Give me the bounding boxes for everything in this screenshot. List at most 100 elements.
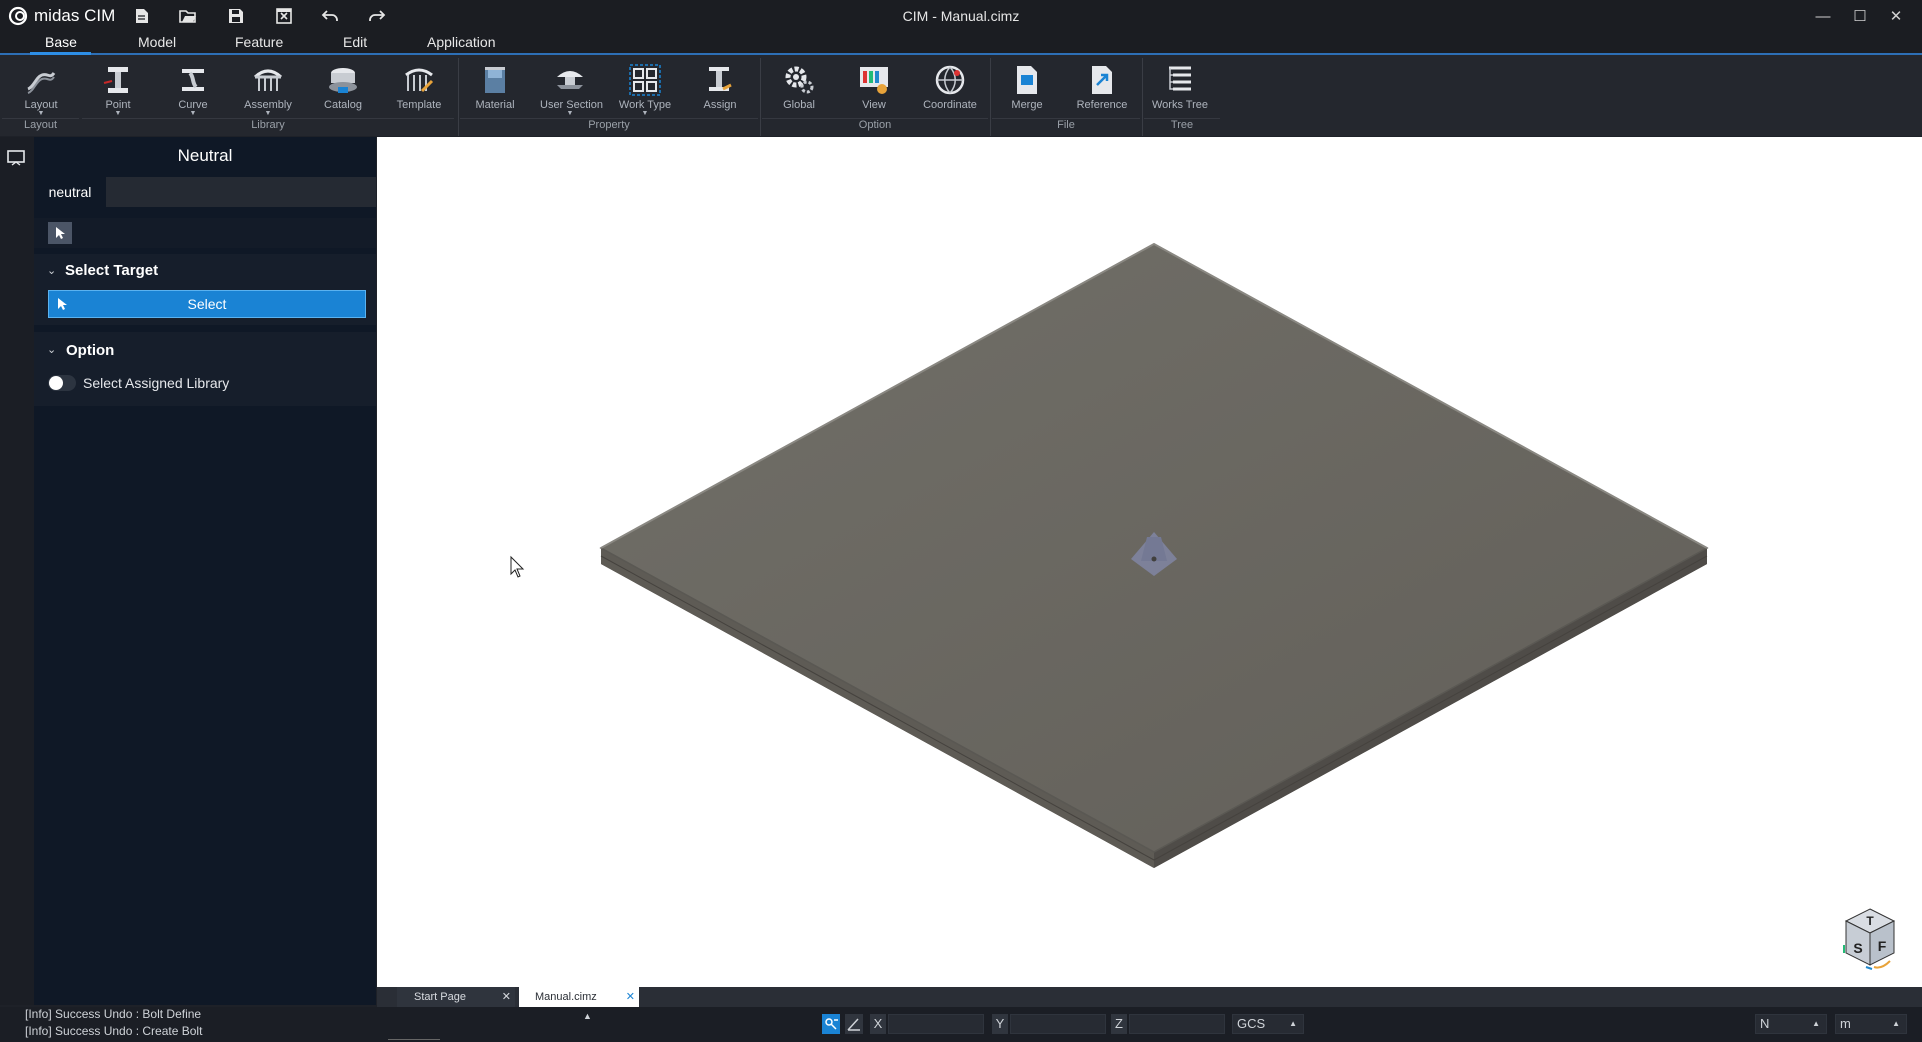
close-tab-icon[interactable]: ✕ bbox=[502, 987, 511, 1007]
view-button[interactable]: View bbox=[844, 60, 904, 120]
menu-tab-base[interactable]: Base bbox=[45, 34, 77, 52]
mouse-cursor-icon bbox=[510, 555, 525, 578]
dropdown-arrow-icon: ▲ bbox=[1812, 1019, 1820, 1028]
curve-icon bbox=[182, 69, 204, 91]
force-unit-value: N bbox=[1760, 1016, 1770, 1031]
select-assigned-library-label: Select Assigned Library bbox=[83, 375, 230, 391]
merge-icon bbox=[1017, 66, 1037, 94]
open-file-icon[interactable] bbox=[176, 5, 200, 27]
z-coordinate-field[interactable] bbox=[1129, 1014, 1225, 1034]
menu-tab-application[interactable]: Application bbox=[427, 34, 496, 52]
tab-label: Manual.cimz bbox=[535, 991, 597, 1003]
work-type-button[interactable]: Work Type ▼ bbox=[615, 60, 675, 120]
point-button[interactable]: Point ▼ bbox=[88, 60, 148, 120]
ribbon-separator bbox=[760, 58, 761, 136]
curve-button[interactable]: Curve ▼ bbox=[163, 60, 223, 120]
panel-pin-icon[interactable] bbox=[7, 150, 27, 168]
select-button[interactable]: Select bbox=[48, 290, 366, 318]
select-target-header[interactable]: Select Target bbox=[65, 262, 158, 279]
y-coordinate-label: Y bbox=[992, 1014, 1008, 1034]
menu-bar bbox=[0, 32, 1922, 55]
assembly-button[interactable]: Assembly ▼ bbox=[238, 60, 298, 120]
dropdown-arrow-icon: ▼ bbox=[641, 110, 649, 117]
redo-icon[interactable] bbox=[365, 5, 389, 27]
panel-title: Neutral bbox=[177, 146, 233, 165]
cursor-icon bbox=[57, 291, 67, 320]
coordinate-system-value: GCS bbox=[1237, 1016, 1266, 1031]
dropdown-arrow-icon: ▲ bbox=[1892, 1019, 1900, 1028]
material-button[interactable]: Material bbox=[465, 60, 525, 120]
pointer-tool-button[interactable] bbox=[48, 222, 72, 244]
ribbon-group-file: File bbox=[992, 118, 1140, 135]
assembly-icon bbox=[253, 69, 283, 91]
gear-icon bbox=[785, 66, 814, 94]
undo-icon[interactable] bbox=[318, 5, 342, 27]
view-cube-top-label[interactable]: T bbox=[1866, 914, 1874, 928]
view-icon bbox=[860, 67, 888, 94]
y-coordinate-field[interactable] bbox=[1010, 1014, 1106, 1034]
select-assigned-library-toggle[interactable] bbox=[48, 375, 76, 391]
x-coordinate-field[interactable] bbox=[888, 1014, 984, 1034]
toggle-knob bbox=[49, 376, 63, 390]
close-window-icon[interactable]: ✕ bbox=[1881, 4, 1911, 28]
panel-side-strip bbox=[0, 137, 34, 1005]
view-cube-side-label[interactable]: S bbox=[1853, 940, 1862, 956]
output-expand-icon[interactable]: ▲ bbox=[583, 1011, 592, 1021]
ribbon-group-library: Library bbox=[82, 118, 454, 135]
tab-manual-cimz[interactable]: Manual.cimz ✕ bbox=[519, 987, 639, 1007]
close-tab-icon[interactable]: ✕ bbox=[626, 987, 635, 1007]
ribbon-group-property: Property bbox=[460, 118, 758, 135]
dropdown-arrow-icon: ▼ bbox=[189, 110, 197, 117]
template-icon bbox=[405, 68, 434, 93]
length-unit-select[interactable]: m ▲ bbox=[1835, 1014, 1907, 1034]
assign-icon bbox=[709, 67, 732, 91]
panel-toolbar bbox=[34, 218, 376, 248]
dropdown-arrow-icon: ▼ bbox=[114, 110, 122, 117]
app-brand: midas CIM bbox=[8, 5, 115, 27]
new-file-icon[interactable] bbox=[130, 5, 154, 27]
tab-start-page[interactable]: Start Page ✕ bbox=[397, 987, 515, 1007]
user-section-icon bbox=[557, 71, 583, 89]
view-cube-front-label[interactable]: F bbox=[1878, 938, 1887, 954]
works-tree-button[interactable]: Works Tree bbox=[1150, 60, 1210, 120]
view-cube[interactable]: T S F bbox=[1838, 903, 1902, 975]
menu-tab-edit[interactable]: Edit bbox=[343, 34, 367, 52]
maximize-icon[interactable]: ☐ bbox=[1845, 4, 1875, 28]
force-unit-select[interactable]: N ▲ bbox=[1755, 1014, 1827, 1034]
model-canvas bbox=[510, 242, 1709, 868]
point-icon bbox=[103, 67, 128, 93]
tree-icon bbox=[1169, 66, 1191, 91]
dropdown-arrow-icon: ▲ bbox=[1289, 1019, 1297, 1028]
globe-icon bbox=[935, 65, 965, 95]
merge-button[interactable]: Merge bbox=[997, 60, 1057, 120]
coordinate-button[interactable]: Coordinate bbox=[920, 60, 980, 120]
assign-button[interactable]: Assign bbox=[690, 60, 750, 120]
global-button[interactable]: Global bbox=[769, 60, 829, 120]
reference-icon bbox=[1092, 66, 1112, 94]
chevron-down-icon[interactable]: ⌄ bbox=[47, 343, 56, 356]
cursor-icon bbox=[56, 227, 65, 239]
menu-tab-feature[interactable]: Feature bbox=[235, 34, 283, 52]
reference-button[interactable]: Reference bbox=[1072, 60, 1132, 120]
coordinate-system-select[interactable]: GCS ▲ bbox=[1232, 1014, 1304, 1034]
close-file-icon[interactable] bbox=[272, 5, 296, 27]
snap-toggle-icon[interactable] bbox=[822, 1014, 840, 1034]
tab-label: Start Page bbox=[414, 991, 466, 1003]
angle-snap-icon[interactable] bbox=[845, 1014, 863, 1034]
template-button[interactable]: Template bbox=[389, 60, 449, 120]
save-icon[interactable] bbox=[224, 5, 248, 27]
dropdown-arrow-icon: ▼ bbox=[37, 110, 45, 117]
3d-viewport[interactable] bbox=[377, 137, 1922, 987]
layout-button[interactable]: Layout ▼ bbox=[11, 60, 71, 120]
chevron-down-icon[interactable]: ⌄ bbox=[47, 264, 56, 277]
output-line: [Info] Success Undo : Create Bolt bbox=[25, 1024, 203, 1038]
option-header[interactable]: Option bbox=[66, 342, 114, 359]
ribbon-group-layout: Layout bbox=[2, 118, 79, 135]
length-unit-value: m bbox=[1840, 1016, 1851, 1031]
menu-tab-model[interactable]: Model bbox=[138, 34, 176, 52]
minimize-icon[interactable]: — bbox=[1808, 4, 1838, 28]
user-section-button[interactable]: User Section ▼ bbox=[540, 60, 603, 120]
output-splitter[interactable] bbox=[388, 1039, 440, 1040]
catalog-button[interactable]: Catalog bbox=[313, 60, 373, 120]
tab-neutral[interactable]: neutral bbox=[34, 177, 106, 207]
